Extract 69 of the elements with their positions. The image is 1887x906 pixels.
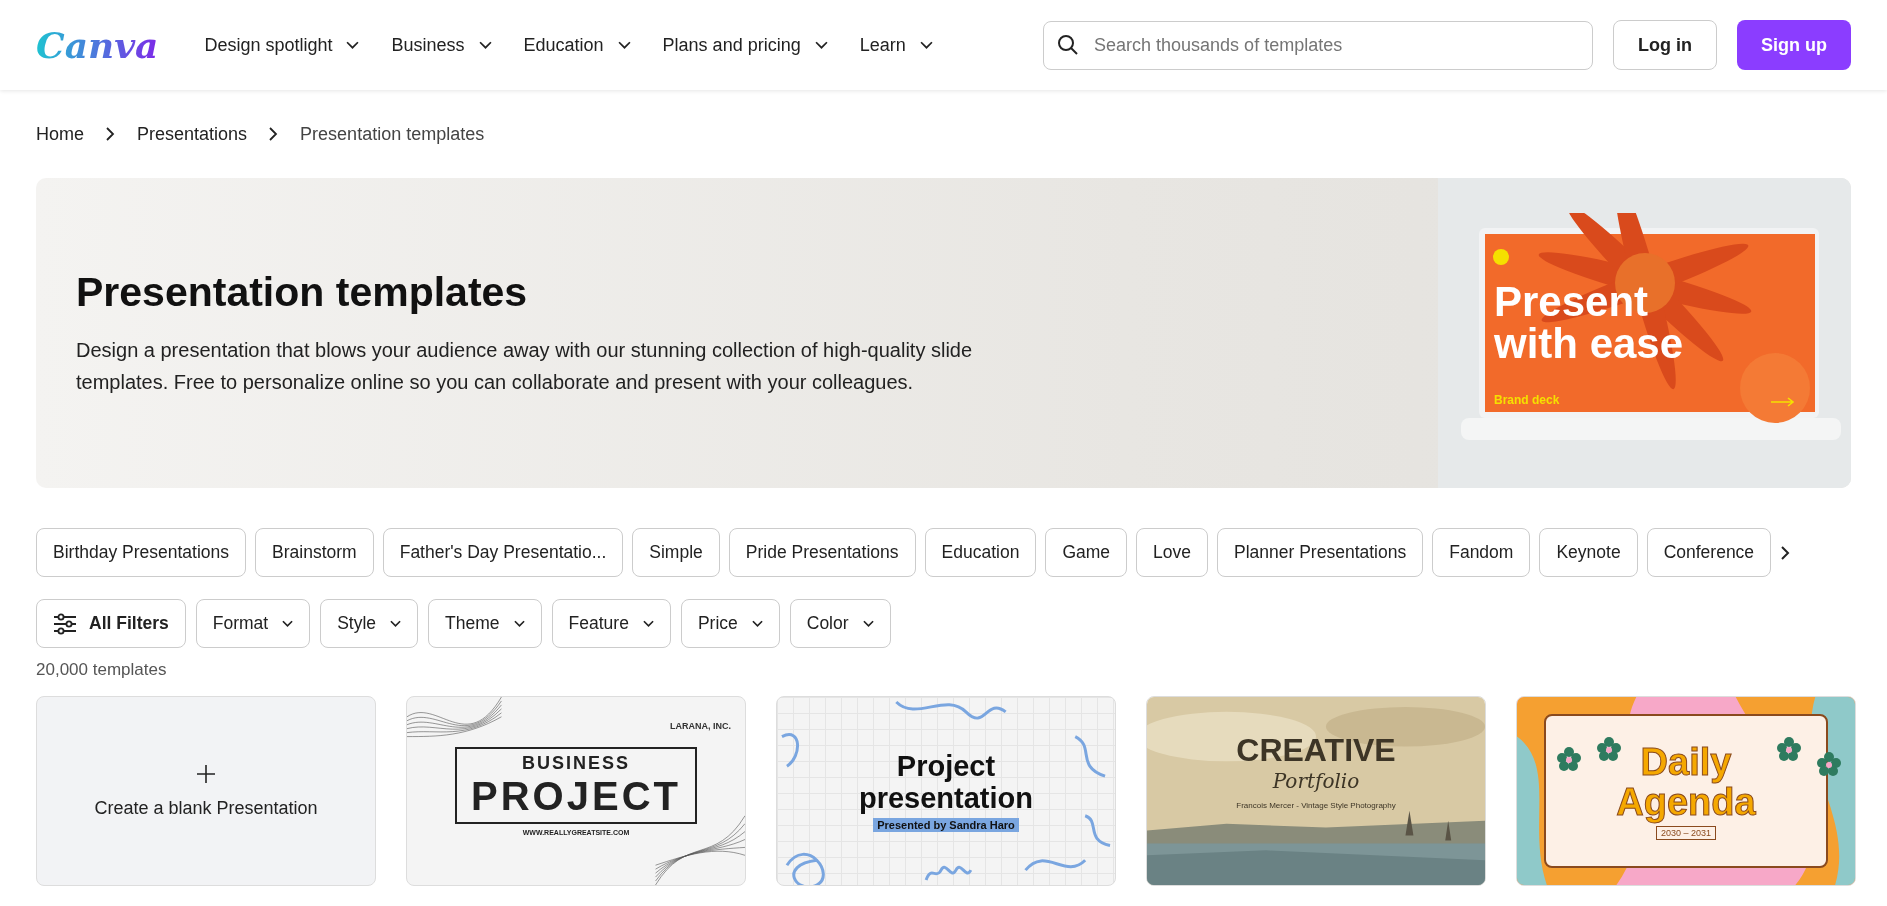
slide-caption: Brand deck xyxy=(1494,393,1560,407)
flower-icon xyxy=(1777,737,1801,761)
chevron-down-icon xyxy=(513,619,525,628)
category-chip[interactable]: Fandom xyxy=(1432,528,1531,577)
nav-menu[interactable]: Design spotlight xyxy=(204,26,374,64)
chevron-right-icon xyxy=(106,127,115,141)
category-chip[interactable]: Father's Day Presentatio... xyxy=(382,528,624,577)
template-count: 20,000 templates xyxy=(35,660,168,680)
signup-button[interactable]: Sign up xyxy=(1737,20,1851,70)
search-field[interactable]: Search thousands of templates xyxy=(1043,20,1593,70)
filter-dropdown[interactable]: Format xyxy=(195,599,311,648)
nav-menu[interactable]: Education xyxy=(523,26,645,64)
nav-menu[interactable]: Business xyxy=(391,26,506,64)
flower-icon xyxy=(1557,747,1581,771)
chevron-down-icon xyxy=(919,40,933,50)
chevron-down-icon xyxy=(478,40,492,50)
create-blank-card[interactable]: Create a blank Presentation xyxy=(36,696,376,886)
chevron-down-icon xyxy=(814,40,828,50)
search-icon xyxy=(1057,33,1079,56)
breadcrumb-link[interactable]: Home xyxy=(36,123,84,145)
template-title: CREATIVE xyxy=(1236,732,1396,769)
nav-menu[interactable]: Learn xyxy=(859,26,947,64)
page-title: Presentation templates xyxy=(76,268,529,316)
template-subtitle: Portfolio xyxy=(1272,769,1360,793)
flower-icon xyxy=(1597,737,1621,761)
filter-dropdown[interactable]: Color xyxy=(789,599,891,648)
arrow-right-icon xyxy=(1771,397,1795,407)
category-chip[interactable]: Game xyxy=(1045,528,1128,577)
chevron-right-icon xyxy=(269,127,279,141)
filter-dropdown[interactable]: Theme xyxy=(428,599,542,648)
chevron-down-icon xyxy=(617,40,631,50)
category-chip[interactable]: Pride Presentations xyxy=(728,528,916,577)
chevron-down-icon xyxy=(346,40,360,50)
breadcrumb-link[interactable]: Presentations xyxy=(137,123,248,145)
plus-icon xyxy=(196,763,216,784)
template-card[interactable]: Project presentation Presented by Sandra Haro xyxy=(776,696,1116,886)
agenda-panel: Daily Agenda 2030 – 2031 xyxy=(1544,714,1828,868)
breadcrumb-current: Presentation templates xyxy=(300,123,485,145)
flower-icon xyxy=(1817,752,1841,776)
filter-dropdown[interactable]: Style xyxy=(320,599,419,648)
template-title: presentation xyxy=(859,782,1033,814)
company-name: LARANA, INC. xyxy=(670,721,731,731)
category-chip[interactable]: Education xyxy=(924,528,1037,577)
category-chip[interactable]: Birthday Presentations xyxy=(36,528,247,577)
chevron-down-icon xyxy=(282,619,294,628)
hero-description: Design a presentation that blows your audience away with our stunning collection of high-quality slide templates. Free to personalize online so you can collaborate and present with your colleagues. xyxy=(76,337,974,395)
chevron-down-icon xyxy=(642,619,654,628)
template-title: Project xyxy=(896,750,996,782)
filter-dropdown[interactable]: Feature xyxy=(551,599,671,648)
chevron-down-icon xyxy=(390,619,402,628)
template-card[interactable]: CREATIVE Portfolio Francois Mercer - Vintage Style Photography xyxy=(1146,696,1486,886)
all-filters-button[interactable]: All Filters xyxy=(36,599,186,648)
title-frame: BUSINESS PROJECT xyxy=(455,746,697,824)
presenter-label: Presented by Sandra Haro xyxy=(873,818,1019,832)
nav-menu[interactable]: Plans and pricing xyxy=(662,26,842,64)
chevron-right-icon[interactable] xyxy=(1780,544,1791,561)
chevron-down-icon xyxy=(751,619,763,628)
template-card[interactable]: Daily Agenda 2030 – 2031 xyxy=(1516,696,1856,886)
category-chip[interactable]: Love xyxy=(1136,528,1208,577)
chevron-down-icon xyxy=(862,619,874,628)
login-button[interactable]: Log in xyxy=(1613,20,1717,70)
category-chip[interactable]: Planner Presentations xyxy=(1217,528,1424,577)
category-chip[interactable]: Keynote xyxy=(1539,528,1638,577)
category-chip[interactable]: Conference xyxy=(1646,528,1772,577)
filter-dropdown[interactable]: Price xyxy=(680,599,780,648)
sliders-icon xyxy=(53,612,77,635)
author-line: Francois Mercer - Vintage Style Photography xyxy=(1236,801,1396,810)
category-chip[interactable]: Simple xyxy=(632,528,720,577)
category-chip[interactable]: Brainstorm xyxy=(255,528,374,577)
